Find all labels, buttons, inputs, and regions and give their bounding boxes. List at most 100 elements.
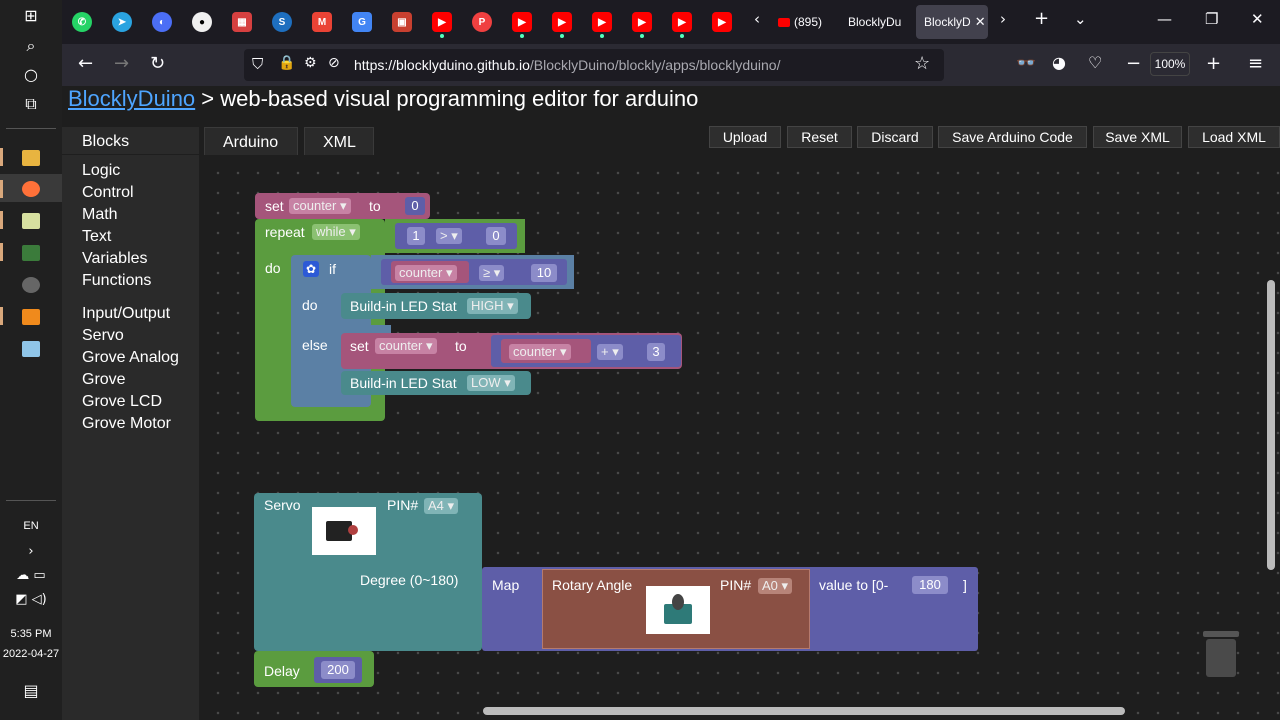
task-view-icon[interactable]: ⧉: [0, 94, 62, 114]
clock-time[interactable]: 5:35 PM: [0, 628, 62, 640]
back-icon[interactable]: ←: [78, 53, 93, 74]
youtube-tab-icon[interactable]: ▶: [672, 12, 692, 32]
tab-blocklyduino-active[interactable]: BlocklyD ✕: [916, 5, 988, 39]
category-text[interactable]: Text: [82, 228, 111, 246]
vertical-scrollbar[interactable]: [1267, 280, 1275, 570]
patreon-tab-icon[interactable]: P: [472, 12, 492, 32]
telegram-tab-icon[interactable]: ➤: [112, 12, 132, 32]
number-field[interactable]: 180: [912, 576, 948, 594]
notepad-icon[interactable]: [22, 213, 40, 229]
led-state-dropdown[interactable]: HIGH ▾: [467, 298, 518, 314]
clock-date[interactable]: 2022-04-27: [0, 648, 62, 660]
permissions-icon[interactable]: ⚙: [304, 55, 317, 71]
translate-tab-icon[interactable]: G: [352, 12, 372, 32]
forward-icon[interactable]: →: [114, 53, 129, 74]
new-tab-icon[interactable]: +: [1034, 8, 1049, 29]
zoom-in-icon[interactable]: +: [1206, 53, 1221, 74]
volume-icon[interactable]: ◩ ◁): [0, 592, 62, 607]
number-field[interactable]: 10: [531, 264, 557, 282]
category-input-output[interactable]: Input/Output: [82, 305, 170, 323]
number-field[interactable]: 3: [647, 343, 665, 361]
extension-icon[interactable]: 👓: [1016, 53, 1036, 72]
reload-icon[interactable]: ↻: [150, 53, 165, 74]
firefox-icon[interactable]: [22, 181, 40, 197]
vlc-icon[interactable]: [22, 309, 40, 325]
photos-icon[interactable]: [22, 341, 40, 357]
cortana-icon[interactable]: ○: [0, 65, 62, 84]
close-window-icon[interactable]: ✕: [1251, 10, 1264, 28]
save-arduino-code-button[interactable]: Save Arduino Code: [938, 126, 1087, 148]
led-state-dropdown[interactable]: LOW ▾: [467, 375, 515, 391]
pocket-icon[interactable]: ♡: [1088, 53, 1102, 72]
save-xml-button[interactable]: Save XML: [1093, 126, 1182, 148]
category-servo[interactable]: Servo: [82, 327, 124, 345]
file-explorer-icon[interactable]: [22, 150, 40, 166]
onedrive-network-icon[interactable]: ☁ ▭: [0, 568, 62, 583]
number-field[interactable]: 200: [321, 661, 355, 679]
scroll-tabs-right-icon[interactable]: ›: [1000, 10, 1006, 28]
tab-blocklyduino[interactable]: BlocklyDu: [840, 5, 912, 39]
zoom-level[interactable]: 100%: [1150, 52, 1190, 76]
gmail-tab-icon[interactable]: M: [312, 12, 332, 32]
horizontal-scrollbar[interactable]: [483, 707, 1125, 715]
menu-icon[interactable]: ≡: [1248, 53, 1263, 74]
reset-button[interactable]: Reset: [787, 126, 852, 148]
upload-button[interactable]: Upload: [709, 126, 781, 148]
github-tab-icon[interactable]: ●: [192, 12, 212, 32]
repeat-mode-dropdown[interactable]: while ▾: [312, 224, 360, 240]
trash-icon[interactable]: [1203, 627, 1239, 679]
category-control[interactable]: Control: [82, 184, 134, 202]
category-logic[interactable]: Logic: [82, 162, 120, 180]
zoom-out-icon[interactable]: −: [1126, 53, 1141, 74]
category-variables[interactable]: Variables: [82, 250, 148, 268]
variable-dropdown[interactable]: counter ▾: [395, 265, 457, 281]
clapper-icon[interactable]: [22, 277, 40, 293]
notifications-icon[interactable]: ▤: [0, 681, 62, 700]
url-text[interactable]: https://blocklyduino.github.io/BlocklyDu…: [354, 57, 780, 73]
tracking-off-icon[interactable]: ⊘: [328, 55, 340, 71]
close-tab-icon[interactable]: ✕: [975, 14, 986, 30]
operator-dropdown[interactable]: > ▾: [436, 228, 462, 244]
number-field[interactable]: 1: [407, 227, 425, 245]
youtube-tab-icon[interactable]: ▶: [512, 12, 532, 32]
app-tab-icon[interactable]: ◐: [152, 12, 172, 32]
search-icon[interactable]: ⌕: [0, 36, 62, 56]
variable-dropdown[interactable]: counter ▾: [289, 198, 351, 214]
extension-icon[interactable]: ◕: [1052, 53, 1066, 72]
category-grove-lcd[interactable]: Grove LCD: [82, 393, 162, 411]
category-grove-motor[interactable]: Grove Motor: [82, 415, 171, 433]
category-grove-analog[interactable]: Grove Analog: [82, 349, 179, 367]
blocklyduino-link[interactable]: BlocklyDuino: [68, 86, 195, 111]
blockly-workspace[interactable]: set counter ▾ to 0 repeat while ▾ 1 > ▾ …: [200, 155, 1280, 720]
number-field[interactable]: 0: [405, 197, 425, 215]
shazam-tab-icon[interactable]: S: [272, 12, 292, 32]
operator-dropdown[interactable]: ≥ ▾: [479, 265, 505, 281]
youtube-tab-icon[interactable]: ▶: [552, 12, 572, 32]
site-tab-icon[interactable]: ▦: [232, 12, 252, 32]
bookmark-star-icon[interactable]: ☆: [914, 53, 930, 74]
pdf-tab-icon[interactable]: ▣: [392, 12, 412, 32]
shield-icon[interactable]: ⛉: [252, 55, 263, 73]
language-indicator[interactable]: EN: [0, 520, 62, 532]
chevron-right-icon[interactable]: ›: [0, 544, 62, 559]
terminal-icon[interactable]: [22, 245, 40, 261]
tab-arduino[interactable]: Arduino: [204, 127, 298, 155]
load-xml-button[interactable]: Load XML: [1188, 126, 1280, 148]
discard-button[interactable]: Discard: [857, 126, 933, 148]
list-tabs-icon[interactable]: ⌄: [1074, 10, 1087, 28]
category-functions[interactable]: Functions: [82, 272, 151, 290]
youtube-tab-icon[interactable]: ▶: [632, 12, 652, 32]
windows-start-icon[interactable]: ⊞: [0, 6, 62, 25]
gear-icon[interactable]: ✿: [303, 261, 319, 277]
tab-xml[interactable]: XML: [304, 127, 374, 155]
url-bar[interactable]: ⛉ 🔒 ⚙ ⊘ https://blocklyduino.github.io/B…: [244, 49, 944, 81]
youtube-tab-icon[interactable]: ▶: [432, 12, 452, 32]
youtube-tab-icon[interactable]: ▶: [712, 12, 732, 32]
number-field[interactable]: 0: [486, 227, 506, 245]
operator-dropdown[interactable]: + ▾: [597, 344, 623, 360]
whatsapp-tab-icon[interactable]: ✆: [72, 12, 92, 32]
scroll-tabs-left-icon[interactable]: ‹: [754, 10, 760, 28]
variable-dropdown[interactable]: counter ▾: [509, 344, 571, 360]
variable-dropdown[interactable]: counter ▾: [375, 338, 437, 354]
youtube-tab-icon[interactable]: ▶: [592, 12, 612, 32]
